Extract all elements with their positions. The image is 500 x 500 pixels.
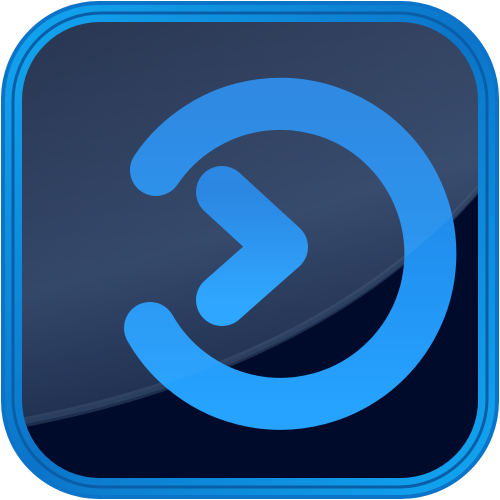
login-app-icon[interactable] bbox=[0, 0, 500, 500]
